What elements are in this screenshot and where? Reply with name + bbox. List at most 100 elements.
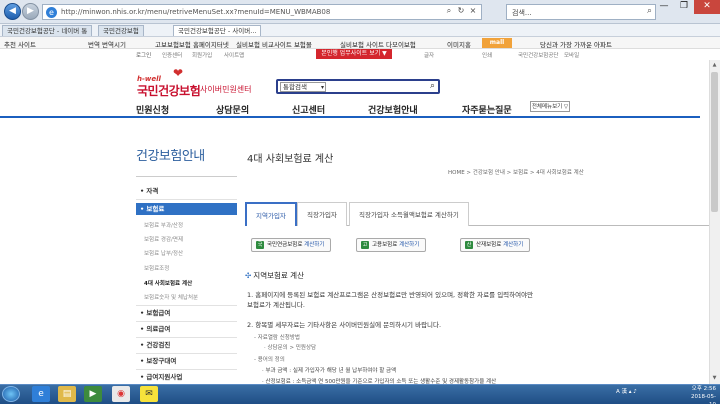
fav-item[interactable]: 추천 사이트 [4,39,36,48]
sidebar-subitem[interactable]: 보험료 경감/면제 [144,235,183,243]
tab-workplace-subscriber[interactable]: 직장가입자 [297,202,347,226]
sidebar-subitem-active[interactable]: 4대 사회보험료 계산 [144,279,192,287]
url-controls[interactable]: ⌕ ↻ × [443,6,479,16]
clock-date: 2018-05-10 [691,394,716,404]
util-link[interactable]: 인증센터 [162,51,182,59]
employment-icon: 고 [361,240,369,249]
sidebar-item-benefits[interactable]: • 보험급여 [136,307,237,319]
fav-item[interactable]: 번역 번역시기 [88,39,126,48]
dash-item[interactable]: · 상담문의 > 민원상담 [264,343,316,351]
minimize-button[interactable]: — [654,0,674,14]
sidebar-subitem[interactable]: 보험료 납부/정산 [144,249,183,257]
nav-apply[interactable]: 민원신청 [136,103,169,116]
nav-report[interactable]: 신고센터 [292,103,325,116]
url-input[interactable]: e http://minwon.nhis.or.kr/menu/retriveM… [42,4,482,20]
ie-icon: e [46,7,57,18]
start-button[interactable] [2,386,20,402]
nav-consult[interactable]: 상담문의 [216,103,249,116]
util-link[interactable]: 사이트맵 [224,51,244,59]
system-tray[interactable]: A 漢 ▴ ♪ [616,387,637,395]
paragraph: 보험료가 계산됩니다. [247,301,305,309]
scroll-up-icon[interactable]: ▲ [711,62,718,70]
main-nav: 민원신청 상담문의 신고센터 건강보험안내 자주묻는질문 [0,101,700,118]
search-icon[interactable]: ⌕ [430,81,435,91]
browser-search-input[interactable]: 검색... ⌕ [506,4,656,20]
mall-badge[interactable]: mall [482,38,512,48]
sidebar-item-equipment[interactable]: • 보장구대여 [136,355,237,367]
chrome-taskbar-icon[interactable]: ◉ [112,386,130,402]
sidebar-divider [136,176,237,177]
scrollbar-thumb[interactable] [711,72,718,212]
all-menu-button[interactable]: 전체메뉴보기 ▽ [530,101,570,112]
divider [136,199,237,200]
folder-taskbar-icon[interactable]: ▤ [58,386,76,402]
my-work-site-button[interactable]: 본인행 업무사이트 보기 ▼ [316,49,392,59]
media-taskbar-icon[interactable]: ▶ [84,386,102,402]
dash-item: - 자료열람 신청방법 [254,335,300,341]
nav-insurance-guide[interactable]: 건강보험안내 [368,103,418,116]
tab-naver[interactable]: 국민건강보험공단 - 네이버 통 [2,25,93,36]
ie-taskbar-icon[interactable]: e [32,386,50,402]
sidebar-subitem[interactable]: 보험료숫자 및 체납처분 [144,293,198,301]
tab-workplace-income[interactable]: 직장가입자 소득월액보험료 계산하기 [349,202,469,226]
close-icon: × [469,6,477,15]
clock[interactable]: 오후 2:56 2018-05-10 [686,385,716,404]
nav-faq[interactable]: 자주묻는질문 [462,103,512,116]
util-link[interactable]: 회원가입 [192,51,212,59]
site-logo[interactable]: 국민건강보험 [137,82,201,99]
tab-local-subscriber[interactable]: 지역가입자 [245,202,297,226]
scroll-down-icon[interactable]: ▼ [711,375,718,383]
url-text: http://minwon.nhis.or.kr/menu/retriveMen… [61,8,331,16]
util-link[interactable]: 로그인 [136,51,151,59]
industrial-calc-button[interactable]: 산 산재보험료 계산하기 [460,238,531,252]
divider [136,321,237,322]
toolbar-link[interactable]: 이미지홍 [447,39,471,48]
window-controls: — ❐ ✕ [654,0,720,14]
pension-calc-button[interactable]: 국 국민연금보험료 계산하기 [251,238,332,252]
divider [136,369,237,370]
chevron-down-icon: ▾ [320,84,324,91]
tab-nhis-cyber[interactable]: 국민건강보험공단 - 사이버... [173,25,262,36]
forward-button[interactable]: ▶ [22,3,39,20]
tab-nhis[interactable]: 국민건강보험 [98,25,144,36]
maximize-button[interactable]: ❐ [674,0,694,14]
search-placeholder: 검색... [512,9,532,17]
util-link[interactable]: 모바일 [564,51,579,59]
kakao-taskbar-icon[interactable]: ✉ [140,386,158,402]
print-link[interactable]: 인쇄 [482,51,492,59]
search-scope-label: 통합검색 [283,83,307,91]
content-tabs: 지역가입자 직장가입자 직장가입자 소득월액보험료 계산하기 [245,202,718,226]
font-size-control[interactable]: 글자 [424,51,434,59]
back-button[interactable]: ◀ [4,3,21,20]
fav-item[interactable]: 실비보험 비교사이트 보험몰 [236,39,312,48]
sidebar-item-medical-aid[interactable]: • 의료급여 [136,323,237,335]
dash-item: - 용어의 정의 [254,357,285,363]
fav-item[interactable]: 고보보험보험 홈페이지터넷 [155,39,229,48]
toolbar-link[interactable]: 당신과 가장 가까운 아파트 [540,39,612,48]
search-icon: ⌕ [446,6,452,15]
sidebar-item-premium[interactable]: • 보험료 [136,203,237,215]
sidebar-item-support[interactable]: • 급여지원사업 [136,371,237,383]
divider [136,337,237,338]
sidebar-item-qualification[interactable]: • 자격 [136,185,237,197]
search-icon[interactable]: ⌕ [647,6,652,16]
site-search: 통합검색 ▾ ⌕ [276,79,440,94]
favorites-bar: 추천 사이트 번역 번역시기 고보보험보험 홈페이지터넷 실비보험 비교사이트 … [0,37,720,49]
util-link[interactable]: 국민건강보험공단 [518,51,558,59]
refresh-icon: ↻ [457,6,465,15]
divider [136,305,237,306]
tabs-bar: 국민건강보험공단 - 네이버 통 국민건강보험 국민건강보험공단 - 사이버..… [0,24,720,37]
employment-calc-button[interactable]: 고 고용보험료 계산하기 [356,238,427,252]
sidebar-title: 건강보험안내 [136,149,205,164]
close-window-button[interactable]: ✕ [694,0,720,14]
section-title-text: 지역보험료 계산 [253,271,304,280]
sidebar-subitem[interactable]: 보험료조정 [144,264,169,272]
fav-item[interactable]: 실비보험 사이트 다모이보험 [340,39,416,48]
site-logo-sub: 사이버민원센터 [200,85,252,94]
pension-icon: 국 [256,240,264,249]
breadcrumb: HOME > 건강보험 안내 > 보험료 > 4대 사회보험료 계산 [448,170,584,176]
sidebar-subitem[interactable]: 보험료 부과/산정 [144,221,183,229]
sidebar-item-checkup[interactable]: • 건강검진 [136,339,237,351]
search-scope-select[interactable]: 통합검색 ▾ [280,82,326,92]
divider [136,353,237,354]
